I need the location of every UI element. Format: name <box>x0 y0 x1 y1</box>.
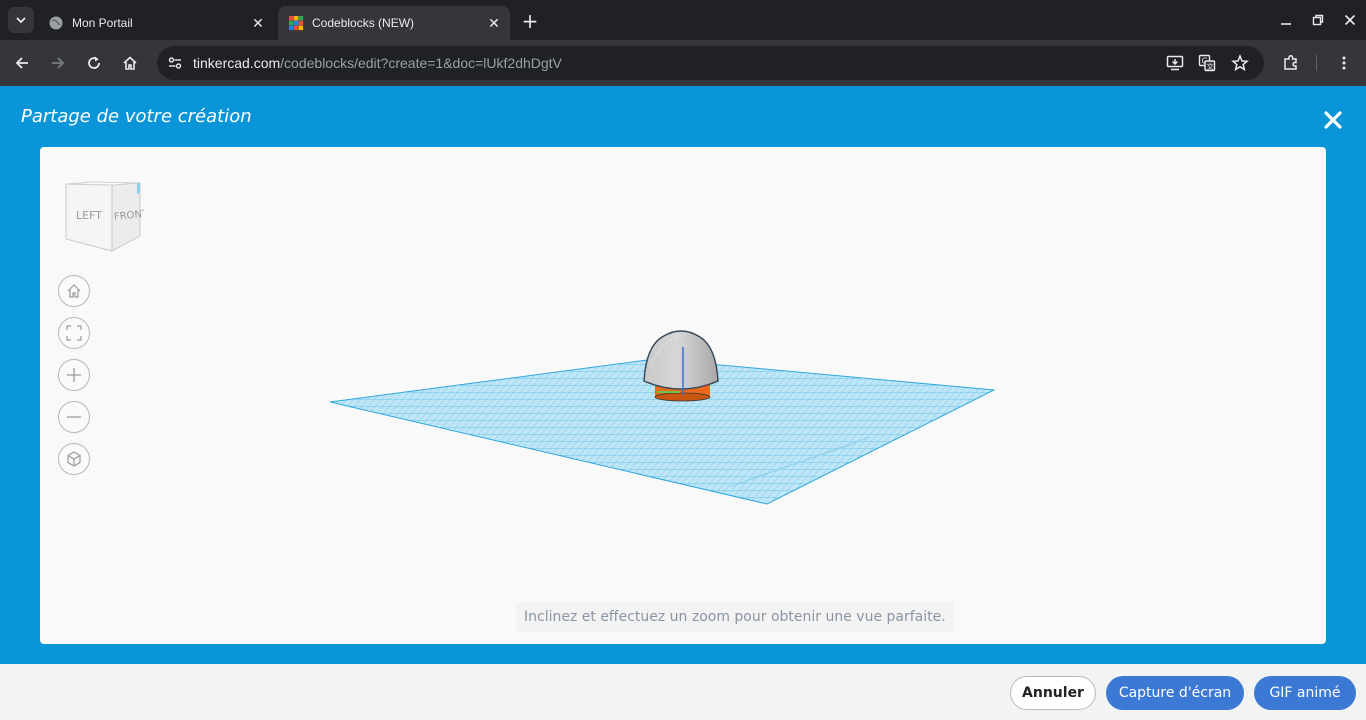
extensions-icon[interactable] <box>1279 51 1303 75</box>
browser-toolbar: tinkercad.com/codeblocks/edit?create=1&d… <box>0 40 1366 86</box>
tab-codeblocks[interactable]: Codeblocks (NEW) ✕ <box>278 6 510 40</box>
svg-text:文: 文 <box>1207 62 1214 71</box>
restore-icon[interactable] <box>1306 8 1330 32</box>
fit-view-icon <box>66 325 82 341</box>
address-bar[interactable]: tinkercad.com/codeblocks/edit?create=1&d… <box>157 46 1264 80</box>
menu-kebab-icon[interactable] <box>1332 51 1356 75</box>
tab-search-button[interactable] <box>8 7 34 33</box>
animated-gif-button[interactable]: GIF animé <box>1254 676 1356 710</box>
forward-icon[interactable] <box>46 51 70 75</box>
zoom-out-button[interactable] <box>58 401 90 433</box>
zoom-out-icon <box>67 416 81 418</box>
back-icon[interactable] <box>10 51 34 75</box>
reload-icon[interactable] <box>82 51 106 75</box>
tinkercad-logo-icon <box>289 16 304 31</box>
site-info-icon[interactable] <box>163 51 187 75</box>
bookmark-star-icon[interactable] <box>1228 51 1252 75</box>
screenshot-button[interactable]: Capture d'écran <box>1106 676 1244 710</box>
home-icon[interactable] <box>118 51 142 75</box>
tab-mon-portail[interactable]: Mon Portail ✕ <box>38 6 274 40</box>
close-tab-icon[interactable]: ✕ <box>484 13 504 33</box>
install-app-icon[interactable] <box>1163 51 1187 75</box>
view-cube[interactable]: LEFT FRONT <box>62 181 144 255</box>
modal-title: Partage de votre création <box>21 106 252 127</box>
viewport-hint-text: Inclinez et effectuez un zoom pour obten… <box>516 602 954 632</box>
url-host: tinkercad.com <box>193 55 281 71</box>
url-path: /codeblocks/edit?create=1&doc=lUkf2dhDgt… <box>280 55 562 71</box>
gray-paraboloid <box>643 330 719 390</box>
close-tab-icon[interactable]: ✕ <box>248 13 268 33</box>
url-text[interactable]: tinkercad.com/codeblocks/edit?create=1&d… <box>193 55 562 71</box>
ortho-view-button[interactable] <box>58 443 90 475</box>
workplane-scene[interactable] <box>40 147 1326 644</box>
3d-viewport[interactable]: LEFT FRONT Inclinez et effectuez un zoom… <box>40 147 1326 644</box>
new-tab-icon[interactable]: + <box>518 9 542 33</box>
chevron-down-icon <box>16 17 26 24</box>
view-cube-left-label: LEFT <box>76 209 102 222</box>
zoom-in-button[interactable] <box>58 359 90 391</box>
home-view-icon <box>67 284 81 298</box>
fit-view-button[interactable] <box>58 317 90 349</box>
tab-title: Codeblocks (NEW) <box>312 16 415 30</box>
tab-title: Mon Portail <box>72 16 133 30</box>
cancel-button[interactable]: Annuler <box>1010 676 1096 710</box>
modal-footer: Annuler Capture d'écran GIF animé <box>0 664 1366 720</box>
toolbar-divider <box>1316 55 1317 71</box>
minimize-icon[interactable] <box>1274 8 1298 32</box>
translate-icon[interactable]: G文 <box>1195 51 1219 75</box>
home-view-button[interactable] <box>58 275 90 307</box>
ortho-view-icon <box>67 451 81 467</box>
zoom-in-icon <box>67 368 81 382</box>
globe-icon <box>49 16 63 30</box>
close-window-icon[interactable] <box>1338 8 1362 32</box>
close-modal-icon[interactable] <box>1319 106 1347 134</box>
browser-tab-bar: Mon Portail ✕ Codeblocks (NEW) ✕ + <box>0 0 1366 40</box>
